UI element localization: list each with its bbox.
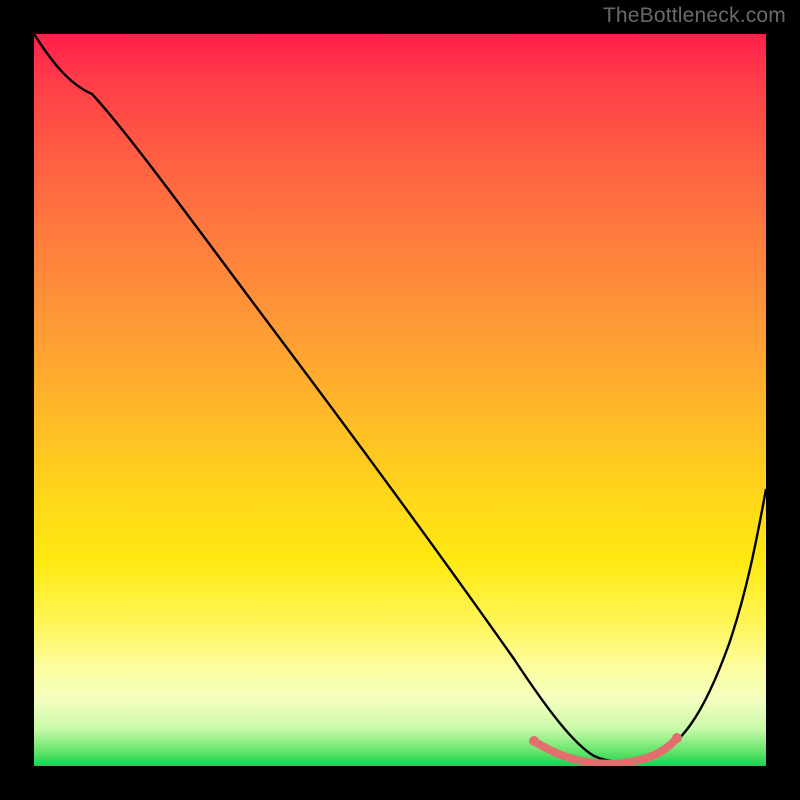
plot-area — [34, 34, 766, 766]
optimal-range-start-marker — [529, 736, 539, 746]
chart-frame: TheBottleneck.com — [0, 0, 800, 800]
watermark-text: TheBottleneck.com — [603, 4, 786, 28]
bottleneck-curve — [34, 34, 766, 762]
curve-layer — [34, 34, 766, 766]
optimal-range-end-marker — [672, 733, 682, 743]
optimal-range-highlight — [534, 738, 677, 764]
